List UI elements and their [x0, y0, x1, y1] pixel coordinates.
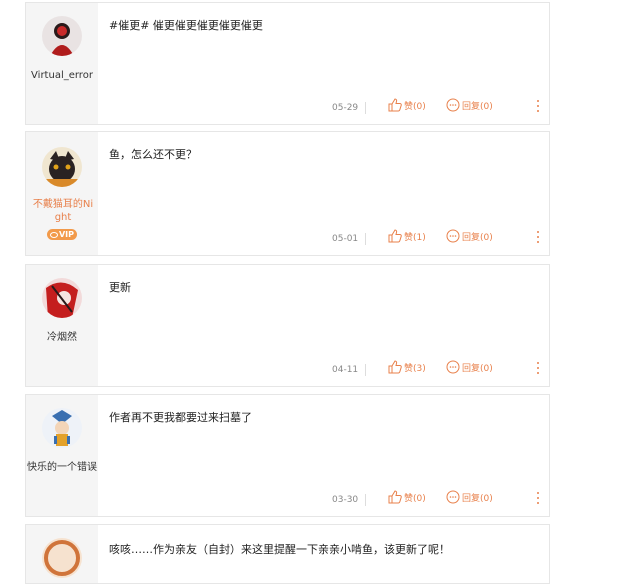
thumbs-up-icon — [388, 490, 402, 504]
comment-card: 不戴猫耳的Night VIP 鱼，怎么还不更？ 05-01 赞(1) 回复(0) — [25, 131, 550, 256]
divider — [365, 102, 366, 114]
more-options-icon[interactable] — [536, 100, 540, 116]
eye-icon — [49, 231, 58, 238]
like-button[interactable]: 赞(0) — [388, 98, 426, 112]
user-column: 不戴猫耳的Night VIP — [26, 132, 98, 255]
divider — [365, 233, 366, 245]
comment-footer: 04-11 赞(3) 回复(0) — [98, 356, 549, 386]
comment-text: 咳咳……作为亲友（自封）来这里提醒一下亲亲小啃鱼，该更新了呢！ — [109, 543, 450, 556]
username[interactable]: 快乐的一个错误 — [26, 461, 98, 474]
comment-bubble-icon — [446, 490, 460, 504]
reply-button[interactable]: 回复(0) — [446, 229, 493, 243]
like-button[interactable]: 赞(0) — [388, 490, 426, 504]
reply-button[interactable]: 回复(0) — [446, 360, 493, 374]
user-column: 快乐的一个错误 — [26, 395, 98, 516]
like-button[interactable]: 赞(3) — [388, 360, 426, 374]
avatar[interactable] — [42, 538, 82, 578]
avatar[interactable] — [42, 408, 82, 448]
divider — [365, 364, 366, 376]
reply-count: 回复(0) — [462, 363, 493, 374]
reply-button[interactable]: 回复(0) — [446, 98, 493, 112]
like-count: 赞(0) — [404, 101, 426, 112]
like-count: 赞(3) — [404, 363, 426, 374]
reply-count: 回复(0) — [462, 101, 493, 112]
comment-card: Virtual_error #催更# 催更催更催更催更催更 05-29 赞(0)… — [25, 2, 550, 125]
comment-footer: 05-29 赞(0) 回复(0) — [98, 94, 549, 124]
vip-badge: VIP — [47, 229, 77, 240]
comment-footer: 05-01 赞(1) 回复(0) — [98, 225, 549, 255]
divider — [365, 494, 366, 506]
comment-text: #催更# 催更催更催更催更催更 — [109, 19, 263, 32]
thumbs-up-icon — [388, 229, 402, 243]
comment-bubble-icon — [446, 229, 460, 243]
thumbs-up-icon — [388, 360, 402, 374]
reply-count: 回复(0) — [462, 493, 493, 504]
username[interactable]: 不戴猫耳的Night — [30, 198, 96, 224]
more-options-icon[interactable] — [536, 231, 540, 247]
comment-bubble-icon — [446, 360, 460, 374]
avatar[interactable] — [42, 16, 82, 56]
comment-date: 04-11 — [332, 365, 359, 375]
comment-text: 鱼，怎么还不更？ — [109, 148, 197, 161]
comment-card: 快乐的一个错误 作者再不更我都要过来扫墓了 03-30 赞(0) 回复(0) — [25, 394, 550, 517]
comment-text: 更新 — [109, 281, 131, 294]
comment-card: 冷烟然 更新 04-11 赞(3) 回复(0) — [25, 264, 550, 387]
reply-count: 回复(0) — [462, 232, 493, 243]
comment-bubble-icon — [446, 98, 460, 112]
more-options-icon[interactable] — [536, 492, 540, 508]
comment-card: 咳咳……作为亲友（自封）来这里提醒一下亲亲小啃鱼，该更新了呢！ — [25, 524, 550, 584]
comment-date: 05-29 — [332, 103, 359, 113]
username[interactable]: 冷烟然 — [26, 331, 98, 344]
comment-text: 作者再不更我都要过来扫墓了 — [109, 411, 252, 424]
comment-footer: 03-30 赞(0) 回复(0) — [98, 486, 549, 516]
user-column: 冷烟然 — [26, 265, 98, 386]
user-column: Virtual_error — [26, 3, 98, 124]
like-count: 赞(1) — [404, 232, 426, 243]
thumbs-up-icon — [388, 98, 402, 112]
comment-date: 05-01 — [332, 234, 359, 244]
username[interactable]: Virtual_error — [26, 69, 98, 82]
avatar[interactable] — [42, 147, 82, 187]
like-button[interactable]: 赞(1) — [388, 229, 426, 243]
reply-button[interactable]: 回复(0) — [446, 490, 493, 504]
more-options-icon[interactable] — [536, 362, 540, 378]
user-column — [26, 525, 98, 583]
comment-date: 03-30 — [332, 495, 359, 505]
avatar[interactable] — [42, 278, 82, 318]
like-count: 赞(0) — [404, 493, 426, 504]
